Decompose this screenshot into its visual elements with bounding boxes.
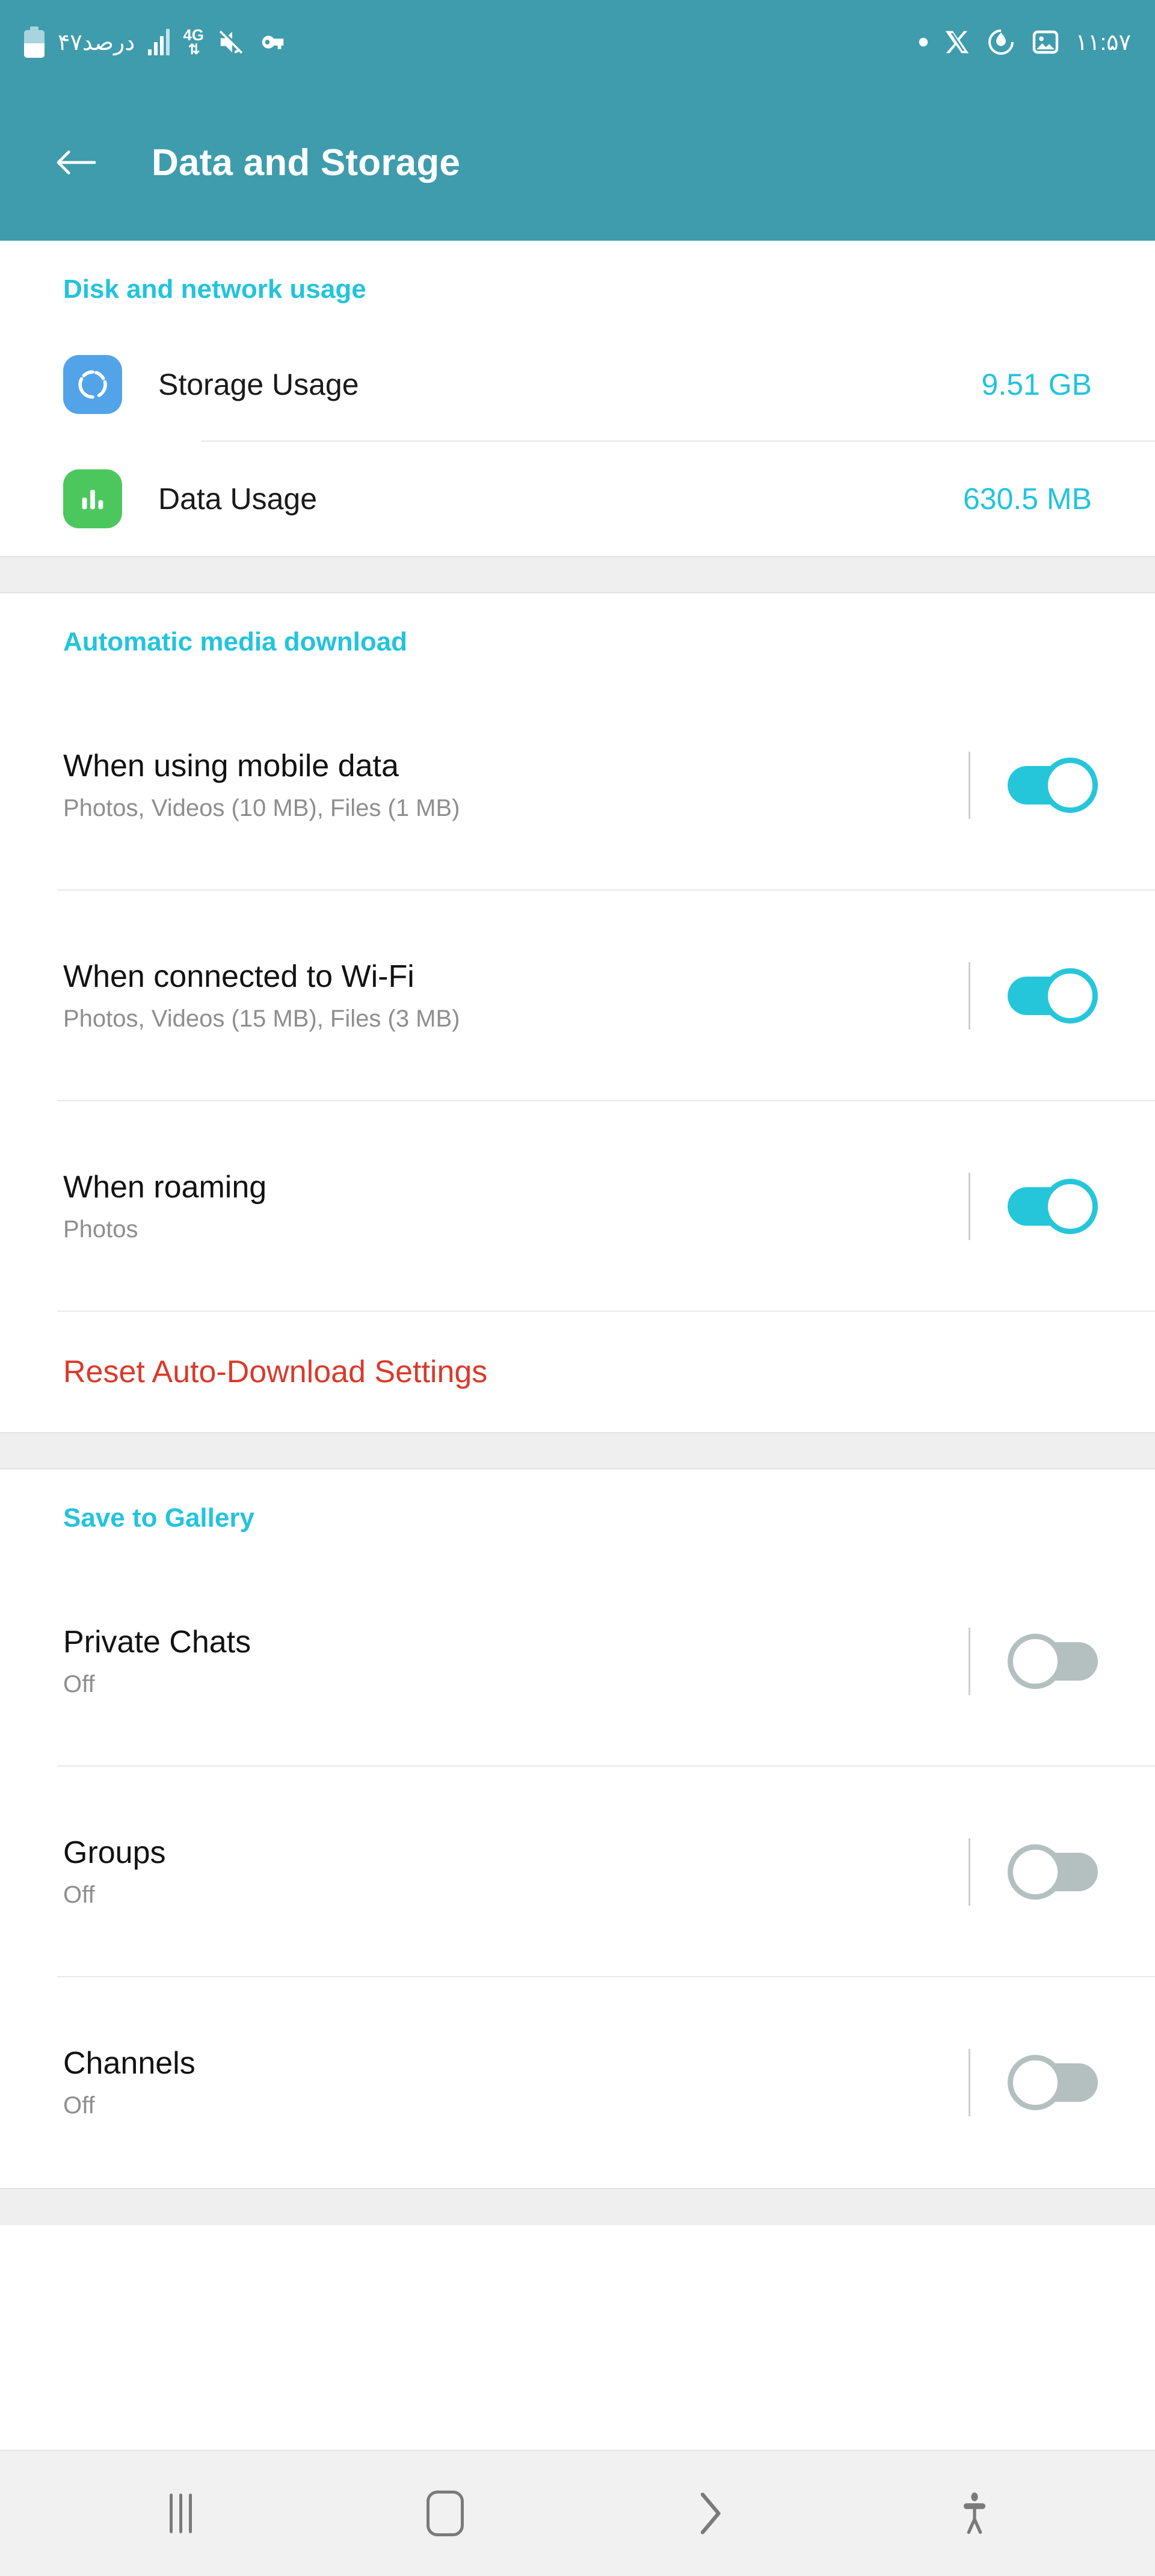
- groups-subtitle: Off: [63, 1882, 95, 1909]
- section-header-auto-download: Automatic media download: [63, 627, 408, 656]
- toggle-wifi[interactable]: [1008, 968, 1098, 1024]
- back-button[interactable]: [53, 140, 99, 185]
- network-type-label: 4G: [183, 26, 205, 44]
- section-separator: [0, 556, 1155, 593]
- section-save-to-gallery: Save to Gallery Private Chats Off Groups: [0, 1469, 1155, 2188]
- signal-bars-icon: [148, 29, 170, 55]
- vpn-key-icon: [262, 36, 284, 49]
- arrow-left-icon: [57, 150, 96, 175]
- vertical-divider: [969, 962, 970, 1030]
- vertical-divider: [969, 1628, 970, 1695]
- accessibility-button[interactable]: [929, 2468, 1020, 2559]
- x-app-icon: [945, 31, 969, 54]
- data-usage-value: 630.5 MB: [962, 482, 1092, 516]
- status-bar-right-group: ۱۱:۵۷: [918, 28, 1131, 57]
- mobile-data-title: When using mobile data: [63, 748, 399, 783]
- storage-usage-value: 9.51 GB: [981, 368, 1092, 401]
- channels-title: Channels: [63, 2045, 196, 2081]
- chevron-right-icon: [700, 2492, 721, 2534]
- row-wifi[interactable]: When connected to Wi-Fi Photos, Videos (…: [0, 891, 1155, 1101]
- row-private-chats[interactable]: Private Chats Off: [0, 1556, 1155, 1767]
- clock-label: ۱۱:۵۷: [1075, 29, 1131, 55]
- row-mobile-data[interactable]: When using mobile data Photos, Videos (1…: [0, 680, 1155, 891]
- recents-button[interactable]: [135, 2468, 226, 2559]
- vertical-divider: [969, 1173, 970, 1240]
- 4g-data-icon: 4G ⇅: [183, 26, 205, 58]
- battery-icon: [24, 26, 45, 58]
- section-separator: [0, 1432, 1155, 1469]
- mobile-data-subtitle: Photos, Videos (10 MB), Files (1 MB): [63, 795, 460, 822]
- back-chevron-button[interactable]: [665, 2468, 755, 2559]
- recents-icon: [169, 2494, 192, 2533]
- screenshot-image-icon: [1032, 30, 1058, 54]
- row-storage-usage[interactable]: Storage Usage 9.51 GB: [0, 327, 1155, 442]
- row-reset-auto-download[interactable]: Reset Auto-Download Settings: [0, 1312, 1155, 1432]
- accessibility-icon: [963, 2492, 986, 2534]
- toggle-roaming[interactable]: [1008, 1179, 1098, 1234]
- status-bar-left-group: ۴۷درصد 4G ⇅: [24, 26, 288, 58]
- groups-title: Groups: [63, 1835, 166, 1870]
- section-separator: [0, 2188, 1155, 2225]
- channels-subtitle: Off: [63, 2092, 95, 2119]
- toggle-channels[interactable]: [1008, 2055, 1098, 2110]
- vertical-divider: [969, 752, 970, 819]
- reset-auto-download-label: Reset Auto-Download Settings: [63, 1354, 488, 1389]
- data-usage-label: Data Usage: [158, 482, 318, 516]
- vertical-divider: [969, 1838, 970, 1906]
- section-header-save-to-gallery: Save to Gallery: [63, 1503, 254, 1533]
- wifi-title: When connected to Wi-Fi: [63, 959, 414, 994]
- section-header-disk-network: Disk and network usage: [63, 274, 366, 304]
- app-bar: Data and Storage: [0, 84, 1155, 241]
- row-separator: [57, 1311, 1155, 1312]
- wifi-subtitle: Photos, Videos (15 MB), Files (3 MB): [63, 1005, 460, 1033]
- roaming-subtitle: Photos: [63, 1216, 138, 1243]
- android-nav-bar: [0, 2450, 1155, 2576]
- row-data-usage[interactable]: Data Usage 630.5 MB: [0, 442, 1155, 556]
- roaming-title: When roaming: [63, 1169, 267, 1205]
- page-title: Data and Storage: [152, 141, 461, 184]
- settings-content: Disk and network usage Storage Usage 9.5…: [0, 241, 1155, 2450]
- storage-usage-label: Storage Usage: [158, 368, 359, 401]
- toggle-private-chats[interactable]: [1008, 1634, 1098, 1689]
- dot-indicator-icon: [919, 37, 928, 47]
- row-groups[interactable]: Groups Off: [0, 1767, 1155, 1977]
- private-chats-title: Private Chats: [63, 1624, 251, 1660]
- bar-chart-icon: [63, 469, 122, 528]
- phone-screen: ۴۷درصد 4G ⇅ ۱۱:۵۷ Data and Storage Disk …: [0, 0, 1155, 2576]
- row-channels[interactable]: Channels Off: [0, 1977, 1155, 2188]
- section-disk-network-usage: Disk and network usage Storage Usage 9.5…: [0, 241, 1155, 556]
- private-chats-subtitle: Off: [63, 1671, 95, 1698]
- row-roaming[interactable]: When roaming Photos: [0, 1101, 1155, 1312]
- toggle-groups[interactable]: [1008, 1844, 1098, 1900]
- storage-pie-icon: [63, 355, 122, 414]
- power-saving-icon: [988, 29, 1014, 55]
- battery-percent-label: ۴۷درصد: [58, 29, 135, 55]
- toggle-mobile-data[interactable]: [1008, 758, 1098, 813]
- section-automatic-media-download: Automatic media download When using mobi…: [0, 593, 1155, 1432]
- home-icon: [427, 2491, 464, 2536]
- home-button[interactable]: [400, 2468, 490, 2559]
- mute-icon: [219, 30, 243, 54]
- vertical-divider: [969, 2049, 970, 2116]
- status-bar: ۴۷درصد 4G ⇅ ۱۱:۵۷: [0, 0, 1155, 84]
